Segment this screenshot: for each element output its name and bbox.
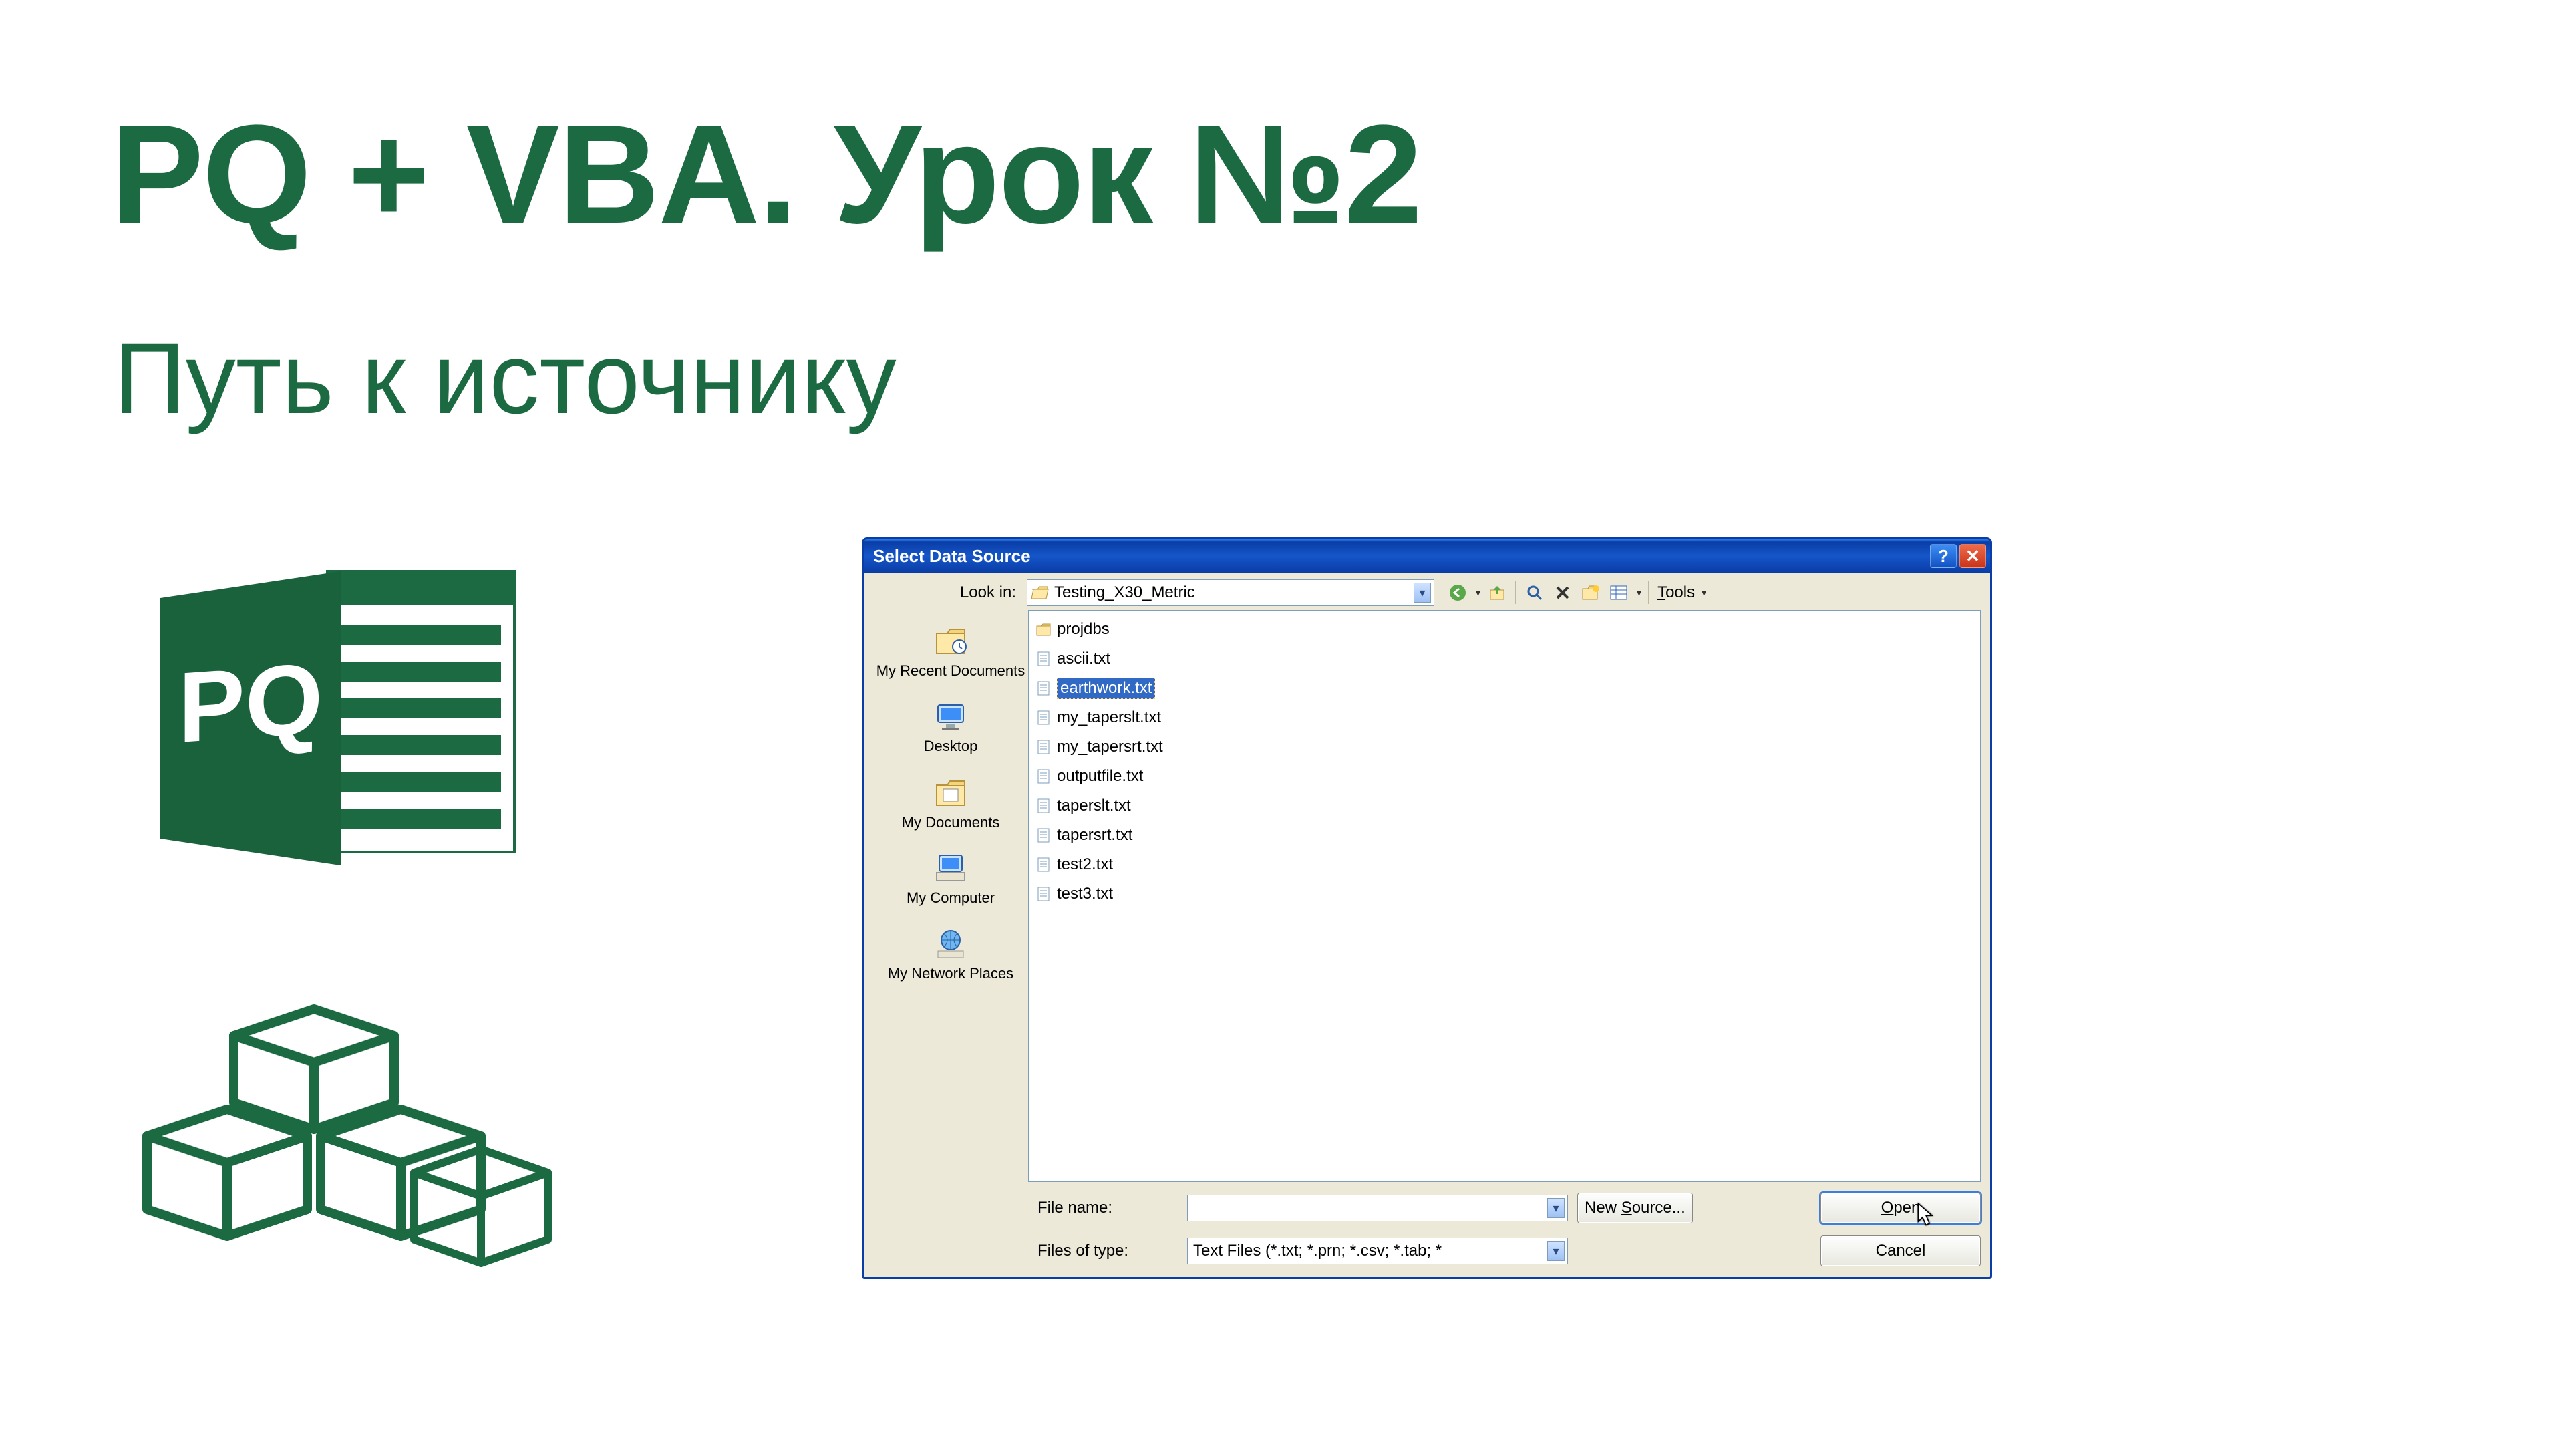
new-folder-icon[interactable] bbox=[1579, 581, 1602, 604]
cubes-icon bbox=[140, 996, 554, 1283]
folder-open-icon bbox=[1031, 585, 1049, 600]
page-subtitle: Путь к источнику bbox=[114, 321, 897, 436]
network-icon bbox=[929, 925, 972, 962]
file-name: tapersrt.txt bbox=[1057, 826, 1132, 845]
dialog-titlebar[interactable]: Select Data Source ? ✕ bbox=[864, 539, 1990, 573]
place-label: Desktop bbox=[924, 738, 978, 754]
file-item[interactable]: projdbs bbox=[1033, 615, 1976, 644]
cancel-button[interactable]: Cancel bbox=[1820, 1235, 1981, 1266]
place-desktop[interactable]: Desktop bbox=[873, 688, 1028, 764]
places-bar: My Recent Documents Desktop My Documents My… bbox=[873, 610, 1028, 1182]
filetypes-label: Files of type: bbox=[1037, 1242, 1178, 1260]
lookin-combo[interactable]: Testing_X30_Metric ▾ bbox=[1027, 579, 1434, 606]
place-mycomp[interactable]: My Computer bbox=[873, 840, 1028, 915]
desktop-icon bbox=[929, 698, 972, 735]
file-item[interactable]: taperslt.txt bbox=[1033, 791, 1976, 821]
place-label: My Network Places bbox=[888, 965, 1013, 982]
chevron-down-icon[interactable]: ▾ bbox=[1414, 583, 1431, 603]
text-file-icon bbox=[1035, 710, 1052, 726]
new-source-button[interactable]: New Source... bbox=[1577, 1193, 1693, 1223]
back-button[interactable] bbox=[1446, 581, 1469, 604]
file-item[interactable]: my_tapersrt.txt bbox=[1033, 732, 1976, 762]
file-name: my_taperslt.txt bbox=[1057, 708, 1161, 727]
file-name: test3.txt bbox=[1057, 885, 1113, 903]
page-title: PQ + VBA. Урок №2 bbox=[110, 94, 1421, 255]
filename-label: File name: bbox=[1037, 1199, 1178, 1217]
mydocs-icon bbox=[929, 774, 972, 811]
place-recent[interactable]: My Recent Documents bbox=[873, 613, 1028, 688]
lookin-label: Look in: bbox=[873, 583, 1020, 602]
place-label: My Computer bbox=[907, 889, 995, 906]
filetypes-combo[interactable]: Text Files (*.txt; *.prn; *.csv; *.tab; … bbox=[1187, 1238, 1568, 1264]
file-item[interactable]: outputfile.txt bbox=[1033, 762, 1976, 791]
pq-excel-icon: PQ bbox=[140, 535, 541, 902]
file-name: ascii.txt bbox=[1057, 649, 1110, 668]
file-name: taperslt.txt bbox=[1057, 796, 1131, 815]
delete-icon[interactable] bbox=[1551, 581, 1574, 604]
text-file-icon bbox=[1035, 680, 1052, 696]
views-dropdown[interactable]: ▾ bbox=[1637, 587, 1641, 599]
search-icon[interactable] bbox=[1523, 581, 1546, 604]
text-file-icon bbox=[1035, 857, 1052, 873]
text-file-icon bbox=[1035, 827, 1052, 843]
up-one-level-button[interactable] bbox=[1486, 581, 1508, 604]
file-item[interactable]: test3.txt bbox=[1033, 879, 1976, 909]
text-file-icon bbox=[1035, 886, 1052, 902]
open-button[interactable]: Open bbox=[1820, 1193, 1981, 1223]
file-item[interactable]: tapersrt.txt bbox=[1033, 821, 1976, 850]
tools-dropdown-icon[interactable]: ▾ bbox=[1702, 587, 1706, 599]
close-button[interactable]: ✕ bbox=[1959, 544, 1986, 568]
svg-text:PQ: PQ bbox=[178, 641, 323, 764]
text-file-icon bbox=[1035, 798, 1052, 814]
tools-menu[interactable]: Tools bbox=[1657, 583, 1695, 602]
place-label: My Documents bbox=[902, 814, 1000, 831]
filename-input[interactable]: ▾ bbox=[1187, 1195, 1568, 1221]
file-name: earthwork.txt bbox=[1057, 678, 1155, 699]
mycomp-icon bbox=[929, 849, 972, 887]
file-name: test2.txt bbox=[1057, 855, 1113, 874]
text-file-icon bbox=[1035, 651, 1052, 667]
place-mydocs[interactable]: My Documents bbox=[873, 764, 1028, 840]
folder-icon bbox=[1035, 621, 1052, 637]
dialog-title: Select Data Source bbox=[873, 546, 1930, 567]
place-label: My Recent Documents bbox=[876, 662, 1025, 679]
file-item[interactable]: my_taperslt.txt bbox=[1033, 703, 1976, 732]
lookin-value: Testing_X30_Metric bbox=[1054, 583, 1195, 602]
file-name: projdbs bbox=[1057, 620, 1110, 639]
views-icon[interactable] bbox=[1607, 581, 1630, 604]
back-history-dropdown[interactable]: ▾ bbox=[1476, 587, 1480, 599]
help-button[interactable]: ? bbox=[1930, 544, 1957, 568]
file-list[interactable]: projdbs ascii.txt earthwork.txt my_taperslt… bbox=[1028, 610, 1981, 1182]
file-item[interactable]: ascii.txt bbox=[1033, 644, 1976, 674]
file-name: outputfile.txt bbox=[1057, 767, 1143, 786]
recent-icon bbox=[929, 622, 972, 660]
text-file-icon bbox=[1035, 739, 1052, 755]
place-network[interactable]: My Network Places bbox=[873, 915, 1028, 991]
file-item[interactable]: test2.txt bbox=[1033, 850, 1976, 879]
file-item[interactable]: earthwork.txt bbox=[1033, 674, 1976, 703]
text-file-icon bbox=[1035, 768, 1052, 784]
chevron-down-icon[interactable]: ▾ bbox=[1547, 1198, 1565, 1218]
select-data-source-dialog: Select Data Source ? ✕ Look in: Testing_… bbox=[862, 537, 1992, 1279]
file-name: my_tapersrt.txt bbox=[1057, 738, 1163, 756]
chevron-down-icon[interactable]: ▾ bbox=[1547, 1241, 1565, 1261]
